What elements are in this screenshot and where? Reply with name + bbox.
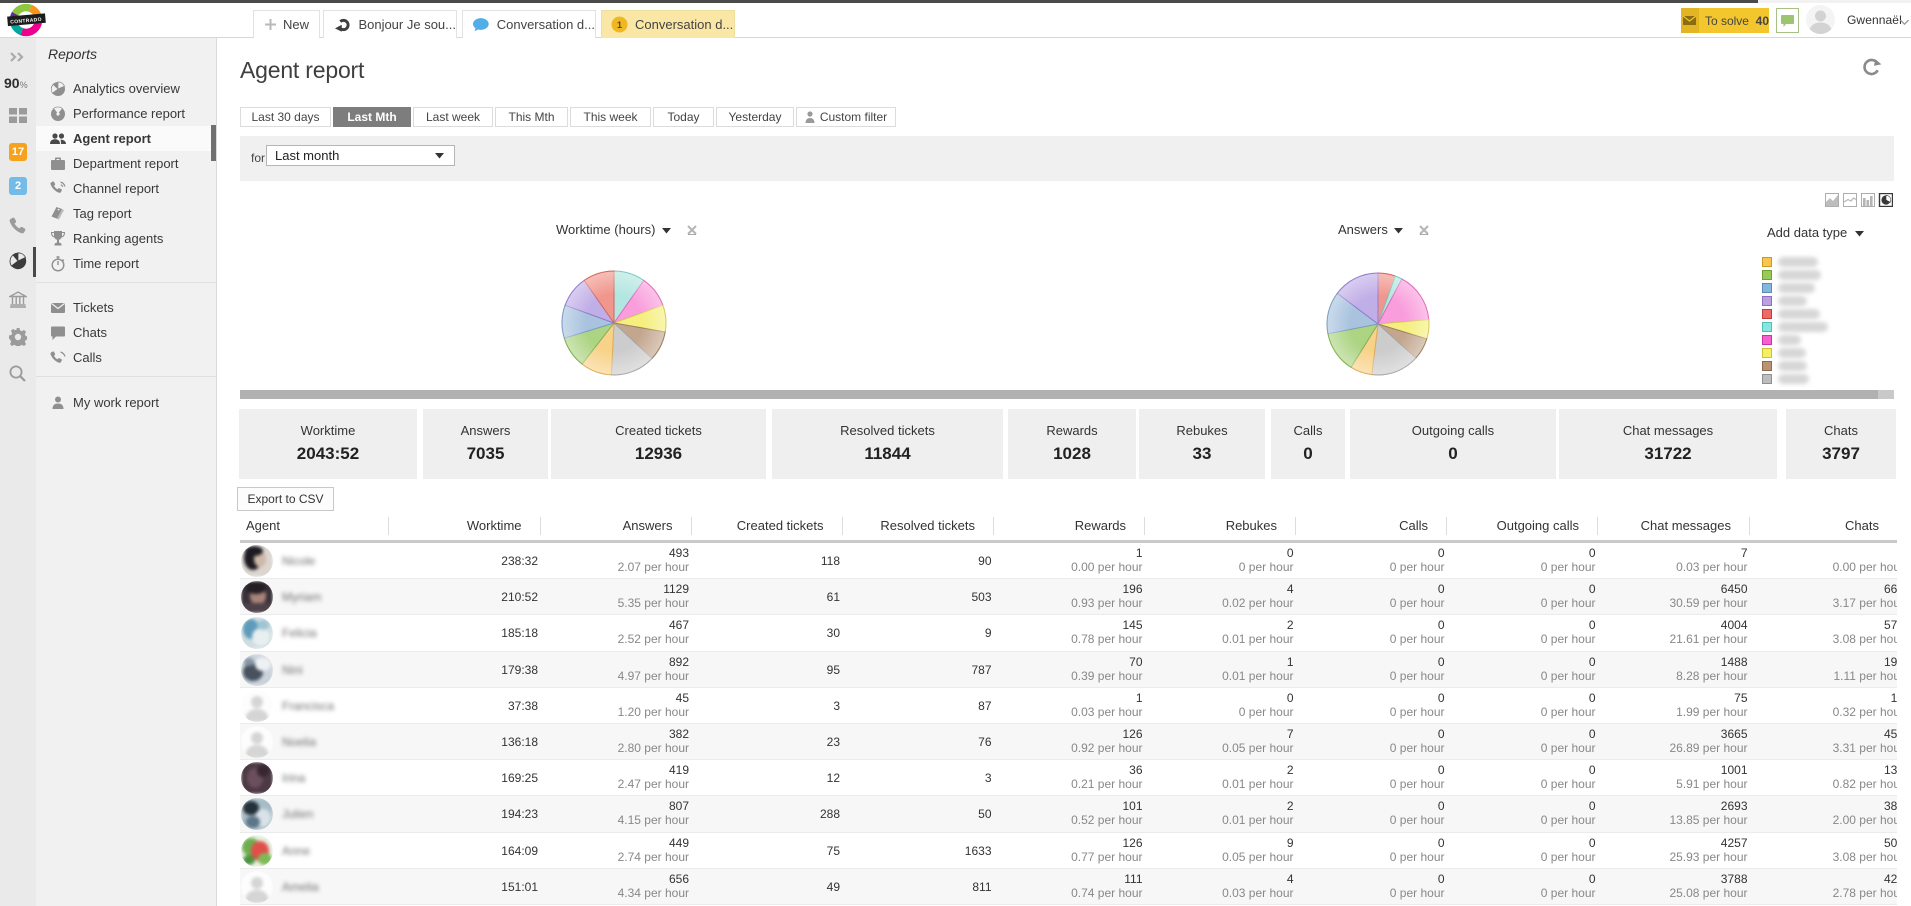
- svg-text:1: 1: [617, 20, 622, 30]
